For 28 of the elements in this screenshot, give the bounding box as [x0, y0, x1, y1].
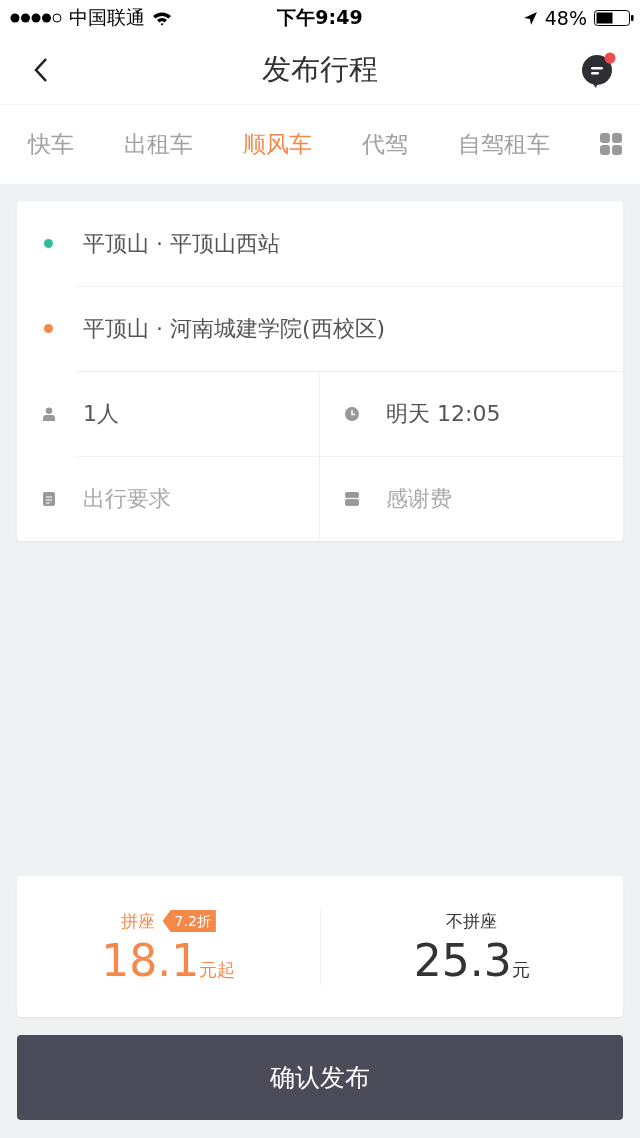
requirements-field[interactable]: 出行要求 — [83, 486, 253, 511]
fare-option-label: 拼座 — [120, 909, 155, 933]
fare-amount: 25.3 — [413, 935, 512, 986]
tip-field[interactable]: 感谢费 — [386, 486, 556, 511]
discount-tag: 7.2折 — [162, 910, 216, 932]
location-text[interactable]: 平顶山 · 河南城建学院(西校区) — [83, 313, 386, 344]
clock-icon — [345, 406, 359, 421]
fare-unit: 元 — [511, 958, 530, 982]
battery-icon — [594, 10, 634, 26]
fare-option-label: 不拼座 — [446, 909, 498, 933]
page-title: 发布行程 — [262, 51, 378, 88]
confirm-button[interactable]: 确认发布 — [17, 1035, 623, 1120]
carrier-name: 中国联通 — [69, 5, 145, 30]
note-icon — [42, 491, 56, 506]
signal-icon — [10, 13, 62, 23]
message-icon[interactable] — [582, 52, 616, 88]
passenger-field[interactable]: 1人 — [83, 401, 253, 426]
wifi-icon — [152, 10, 172, 26]
battery-percent: 48% — [544, 7, 587, 29]
grid-menu-icon[interactable] — [600, 133, 622, 155]
fare-amount: 18.1 — [101, 935, 200, 986]
time-field[interactable]: 明天 12:05 — [386, 401, 556, 426]
status-time: 下午9:49 — [277, 5, 363, 30]
wallet-icon — [345, 491, 359, 506]
fare-unit: 元起 — [199, 958, 236, 982]
location-arrow-icon — [522, 10, 538, 26]
location-text[interactable]: 平顶山 · 平顶山西站 — [83, 228, 280, 259]
person-icon — [42, 406, 56, 421]
